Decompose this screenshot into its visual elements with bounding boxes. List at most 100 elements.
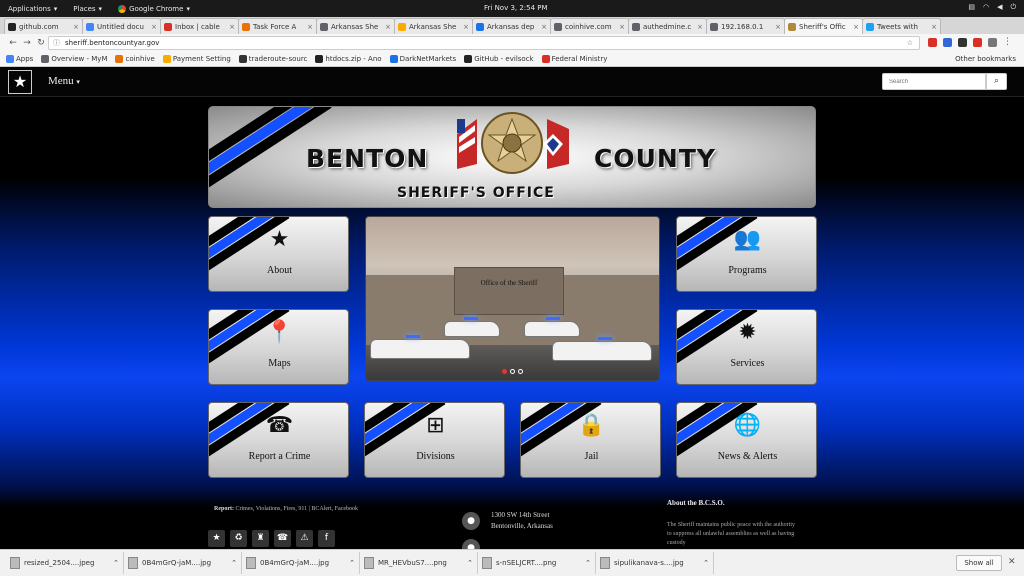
- download-item[interactable]: 0B4mGrQ-jaM....jpg ⌃: [242, 552, 360, 574]
- bookmark-item[interactable]: DarkNetMarkets: [389, 55, 456, 63]
- extension-icon[interactable]: [928, 38, 937, 47]
- search-input[interactable]: [882, 73, 986, 90]
- chevron-up-icon[interactable]: ⌃: [467, 559, 473, 567]
- bookmark-favicon-icon: [389, 55, 398, 63]
- tab-title: Arkansas dep: [487, 22, 535, 31]
- browser-tab[interactable]: Arkansas She ×: [316, 18, 395, 34]
- close-tab-icon[interactable]: ×: [385, 23, 391, 31]
- tab-favicon-icon: [8, 22, 16, 31]
- extension-icon[interactable]: [958, 38, 967, 47]
- download-filename: 0B4mGrQ-jaM....jpg: [260, 559, 330, 567]
- other-bookmarks[interactable]: Other bookmarks: [955, 55, 1016, 63]
- org-chart-icon: ⊞: [426, 413, 445, 438]
- close-tab-icon[interactable]: ×: [151, 23, 157, 31]
- download-bar: resized_2504....jpeg ⌃ 0B4mGrQ-jaM....jpg ⌃…: [0, 549, 1024, 576]
- show-all-button[interactable]: Show all: [956, 555, 1002, 571]
- extension-icon[interactable]: [943, 38, 952, 47]
- slide-dot[interactable]: [510, 369, 515, 374]
- bookmark-item[interactable]: Payment Setting: [162, 55, 231, 63]
- extension-icon[interactable]: [973, 38, 982, 47]
- tile-about[interactable]: ★ About: [208, 216, 349, 292]
- bookmark-item[interactable]: traderoute-sourc: [238, 55, 307, 63]
- close-tab-icon[interactable]: ×: [541, 23, 547, 31]
- tile-services[interactable]: ✹ Services: [676, 309, 817, 385]
- browser-tab[interactable]: authedmine.c ×: [628, 18, 707, 34]
- chevron-up-icon[interactable]: ⌃: [703, 559, 709, 567]
- close-tab-icon[interactable]: ×: [229, 23, 235, 31]
- browser-tab[interactable]: Task Force A ×: [238, 18, 317, 34]
- bookmark-item[interactable]: Apps: [6, 55, 33, 63]
- search-icon[interactable]: ⌕: [986, 73, 1007, 90]
- close-tab-icon[interactable]: ×: [775, 23, 781, 31]
- browser-tab[interactable]: Tweets with ×: [862, 18, 941, 34]
- download-filename: MR_HEVbuS7....png: [378, 559, 447, 567]
- close-icon[interactable]: ✕: [1008, 557, 1016, 567]
- close-tab-icon[interactable]: ×: [697, 23, 703, 31]
- bookmark-item[interactable]: GitHub - evilsock: [464, 55, 534, 63]
- browser-tab[interactable]: Sheriff's Offic ×: [784, 18, 863, 34]
- tile-maps[interactable]: 📍 Maps: [208, 309, 349, 385]
- download-item[interactable]: sipulikanava-s....jpg ⌃: [596, 552, 714, 574]
- tile-news-alerts[interactable]: 🌐 News & Alerts: [676, 402, 817, 478]
- phone-icon: ●: [462, 539, 480, 549]
- browser-tab[interactable]: Inbox | cable ×: [160, 18, 239, 34]
- back-icon[interactable]: ←: [6, 38, 20, 48]
- chevron-up-icon[interactable]: ⌃: [113, 559, 119, 567]
- chevron-down-icon: ▾: [186, 4, 190, 13]
- tile-jail[interactable]: 🔒 Jail: [520, 402, 661, 478]
- warning-icon[interactable]: ⚠: [296, 530, 313, 547]
- clock[interactable]: Fri Nov 3, 2:54 PM: [484, 4, 548, 12]
- facebook-icon[interactable]: f: [318, 530, 335, 547]
- file-icon: [364, 557, 374, 569]
- browser-tab[interactable]: github.com ×: [4, 18, 83, 34]
- chevron-up-icon[interactable]: ⌃: [349, 559, 355, 567]
- fire-extinguisher-icon[interactable]: ♜: [252, 530, 269, 547]
- bookmark-item[interactable]: htdocs.zip - Ano: [315, 55, 382, 63]
- slide-dot[interactable]: [502, 369, 507, 374]
- menu-dots-icon[interactable]: ⋮: [1003, 38, 1012, 47]
- tile-programs[interactable]: 👥 Programs: [676, 216, 817, 292]
- bookmark-star-icon[interactable]: ☆: [907, 37, 913, 49]
- download-item[interactable]: resized_2504....jpeg ⌃: [6, 552, 124, 574]
- extension-icon[interactable]: [988, 38, 997, 47]
- chrome-icon: [118, 4, 127, 13]
- browser-tab[interactable]: Untitled docu ×: [82, 18, 161, 34]
- bookmark-item[interactable]: Federal Ministry: [541, 55, 607, 63]
- slide-dot[interactable]: [518, 369, 523, 374]
- tile-report-a-crime[interactable]: ☎ Report a Crime: [208, 402, 349, 478]
- close-tab-icon[interactable]: ×: [73, 23, 79, 31]
- photo-slideshow[interactable]: Office of the Sheriff: [365, 216, 660, 381]
- chevron-up-icon[interactable]: ⌃: [231, 559, 237, 567]
- system-tray[interactable]: ▤ ◠ ◀ ⏻: [968, 3, 1016, 12]
- menu-button[interactable]: Menu ▾: [48, 75, 80, 87]
- close-tab-icon[interactable]: ×: [931, 23, 937, 31]
- site-banner[interactable]: BENTON COUNTY SHERIFF'S OFFICE: [208, 106, 816, 208]
- close-tab-icon[interactable]: ×: [463, 23, 469, 31]
- reload-icon[interactable]: ↻: [34, 38, 48, 48]
- close-tab-icon[interactable]: ×: [619, 23, 625, 31]
- browser-tab[interactable]: Arkansas dep ×: [472, 18, 551, 34]
- browser-tab[interactable]: coinhive.com ×: [550, 18, 629, 34]
- browser-tab[interactable]: Arkansas She ×: [394, 18, 473, 34]
- tile-divisions[interactable]: ⊞ Divisions: [364, 402, 505, 478]
- browser-tab[interactable]: 192.168.0.1 ×: [706, 18, 785, 34]
- info-icon[interactable]: ⓘ: [53, 37, 60, 49]
- bookmark-item[interactable]: coinhive: [115, 55, 155, 63]
- phone-icon[interactable]: ☎: [274, 530, 291, 547]
- download-item[interactable]: MR_HEVbuS7....png ⌃: [360, 552, 478, 574]
- close-tab-icon[interactable]: ×: [853, 23, 859, 31]
- applications-menu[interactable]: Applications ▾: [0, 5, 65, 13]
- url-input[interactable]: ⓘ sheriff.bentoncountyar.gov ☆: [48, 36, 920, 50]
- places-menu[interactable]: Places ▾: [65, 5, 110, 13]
- download-item[interactable]: 0B4mGrQ-jaM....jpg ⌃: [124, 552, 242, 574]
- star-logo-icon[interactable]: ★: [8, 70, 32, 94]
- star-icon[interactable]: ★: [208, 530, 225, 547]
- forward-icon[interactable]: →: [20, 38, 34, 48]
- download-item[interactable]: s-nSELJCRT....png ⌃: [478, 552, 596, 574]
- close-tab-icon[interactable]: ×: [307, 23, 313, 31]
- recycle-icon[interactable]: ♻: [230, 530, 247, 547]
- app-menu[interactable]: Google Chrome ▾: [110, 4, 198, 13]
- chevron-up-icon[interactable]: ⌃: [585, 559, 591, 567]
- bookmark-item[interactable]: Overview - MyM: [41, 55, 107, 63]
- star-icon: ★: [269, 227, 290, 252]
